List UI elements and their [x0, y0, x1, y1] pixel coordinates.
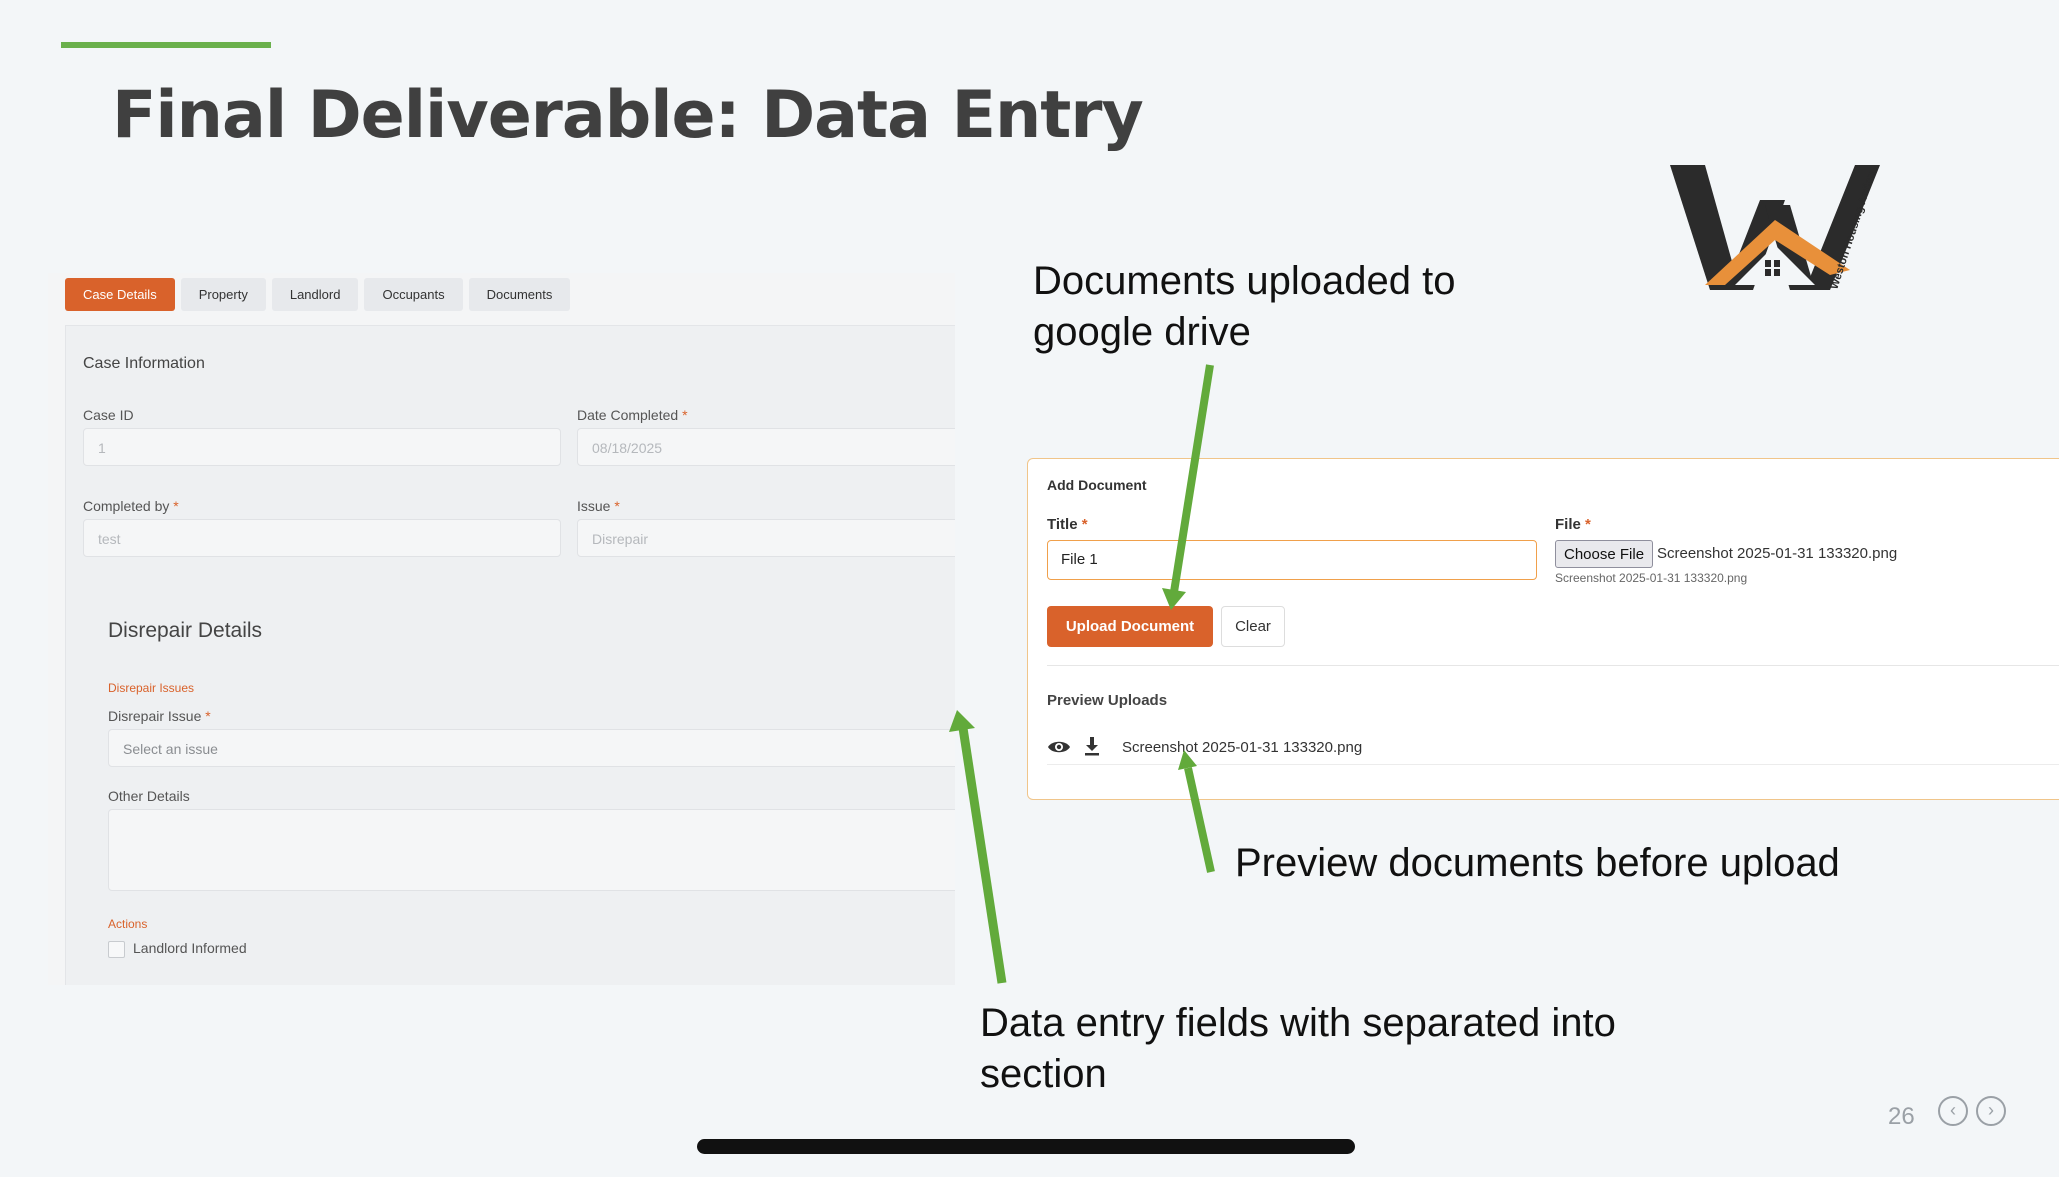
upload-document-button[interactable]: Upload Document: [1047, 606, 1213, 647]
annotation-google-drive: Documents uploaded to google drive: [1033, 259, 1456, 354]
title-accent-line: [61, 42, 271, 48]
preview-file-name[interactable]: Screenshot 2025-01-31 133320.png: [1122, 739, 1362, 756]
preview-uploads-heading: Preview Uploads: [1047, 692, 1168, 709]
tab-landlord[interactable]: Landlord: [271, 278, 359, 311]
chevron-right-icon[interactable]: ›: [1976, 1096, 2006, 1126]
download-icon[interactable]: [1084, 736, 1100, 756]
annotation-data-entry: Data entry fields with separated into se…: [980, 1001, 1616, 1096]
add-document-card: Add Document Title * File * File 1 Choos…: [1027, 458, 2059, 800]
issue-select[interactable]: Disrepair: [577, 519, 955, 557]
date-completed-label: Date Completed *: [577, 407, 688, 423]
selected-file-name: Screenshot 2025-01-31 133320.png: [1657, 545, 1898, 562]
page-number: 26: [1888, 1103, 1915, 1130]
other-details-label: Other Details: [108, 788, 190, 804]
case-form-body: Case Information Case ID 1 Date Complete…: [65, 325, 955, 985]
disrepair-issues-group-label: Disrepair Issues: [108, 681, 195, 695]
tab-documents[interactable]: Documents: [468, 278, 571, 311]
tab-case-details[interactable]: Case Details: [65, 278, 175, 311]
case-form-screenshot: Case Details Property Landlord Occupants…: [48, 273, 955, 985]
file-label: File *: [1555, 516, 1591, 533]
case-id-label: Case ID: [83, 407, 134, 423]
disrepair-details-heading: Disrepair Details: [108, 619, 263, 642]
completed-by-field[interactable]: test: [83, 519, 561, 557]
issue-label: Issue *: [577, 498, 620, 514]
case-form-tabs: Case Details Property Landlord Occupants…: [65, 278, 571, 311]
preview-row-divider: [1047, 764, 2059, 765]
title-input[interactable]: File 1: [1047, 540, 1537, 580]
disrepair-issue-label: Disrepair Issue *: [108, 708, 211, 724]
divider: [1047, 665, 2059, 666]
eye-icon[interactable]: [1047, 738, 1071, 756]
add-document-heading: Add Document: [1047, 477, 1147, 493]
tab-property[interactable]: Property: [180, 278, 266, 311]
clear-button[interactable]: Clear: [1221, 606, 1285, 647]
actions-group-label: Actions: [108, 917, 148, 931]
case-id-field[interactable]: 1: [83, 428, 561, 466]
annotation-preview: Preview documents before upload: [1235, 841, 1840, 885]
weston-housing-action-logo: Weston Housing Action: [1670, 165, 1880, 291]
title-label: Title *: [1047, 516, 1088, 533]
date-completed-field[interactable]: 08/18/2025: [577, 428, 955, 466]
tab-occupants[interactable]: Occupants: [364, 278, 463, 311]
chevron-left-icon[interactable]: ‹: [1938, 1096, 1968, 1126]
completed-by-label: Completed by *: [83, 498, 179, 514]
landlord-informed-label: Landlord Informed: [133, 940, 247, 956]
other-details-textarea[interactable]: [108, 809, 955, 891]
home-indicator-bar[interactable]: [697, 1139, 1355, 1154]
slide-title: Final Deliverable: Data Entry: [112, 78, 1144, 153]
selected-file-hint: Screenshot 2025-01-31 133320.png: [1555, 571, 1748, 585]
disrepair-issue-select[interactable]: Select an issue: [108, 729, 955, 767]
arrow-to-case-form: [958, 727, 1007, 984]
choose-file-button[interactable]: Choose File: [1555, 540, 1654, 568]
case-information-heading: Case Information: [83, 355, 205, 372]
landlord-informed-checkbox[interactable]: [108, 941, 125, 958]
